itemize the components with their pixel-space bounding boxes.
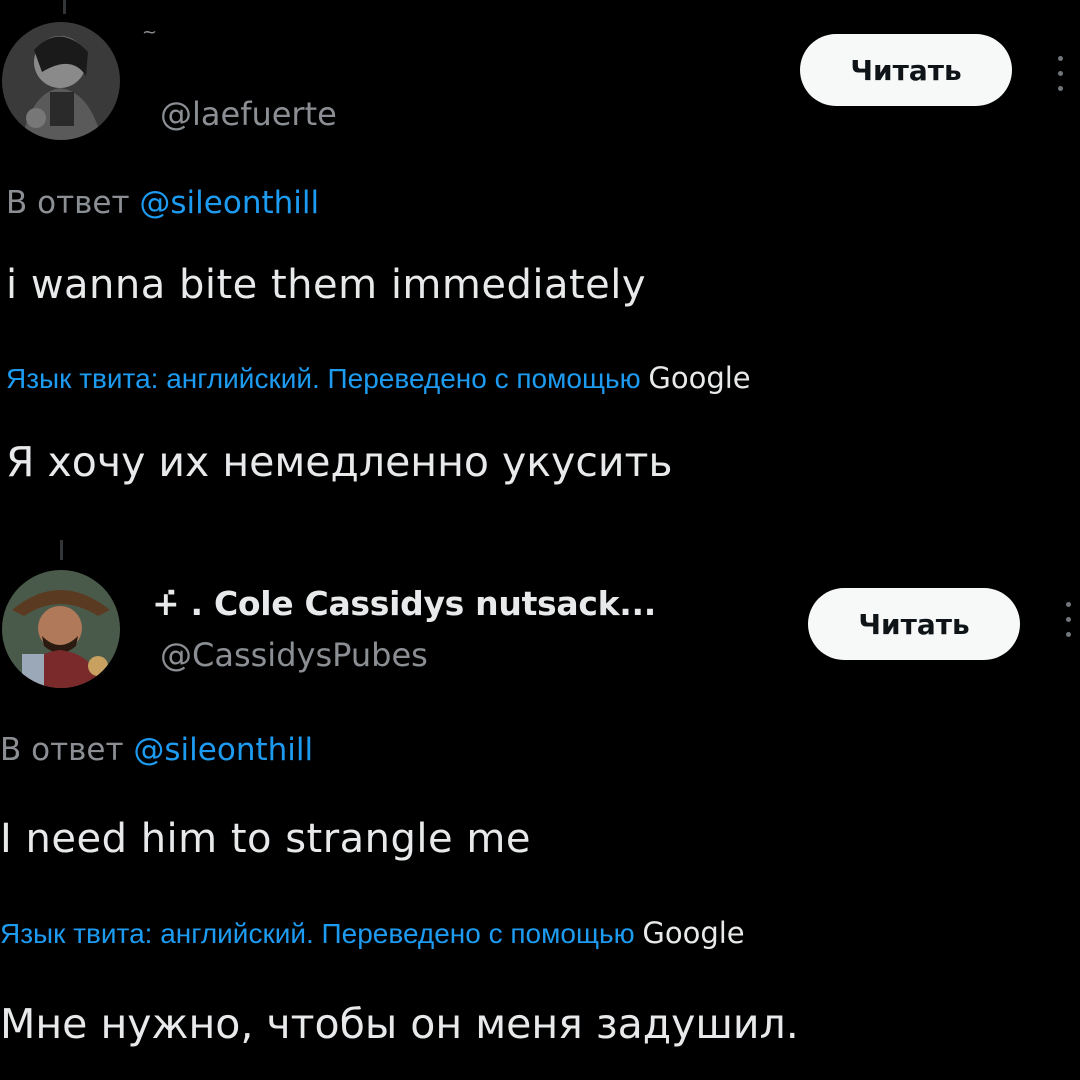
follow-button[interactable]: Читать	[800, 34, 1012, 106]
reply-mention-link[interactable]: @sileonthill	[139, 185, 319, 221]
follow-button[interactable]: Читать	[808, 588, 1020, 660]
tweet-2[interactable]: +̇ . Cole Cassidys nutsack... @CassidysP…	[0, 540, 1080, 1080]
avatar[interactable]	[2, 22, 120, 140]
reply-prefix: В ответ	[6, 185, 130, 221]
translation-note: Язык твита: английский. Переведено с пом…	[6, 361, 751, 395]
user-handle[interactable]: @CassidysPubes	[160, 636, 428, 674]
translated-text: Я хочу их немедленно укусить	[6, 438, 673, 486]
google-brand-link[interactable]: Google	[642, 916, 744, 950]
reply-mention-link[interactable]: @sileonthill	[133, 732, 313, 768]
reply-prefix: В ответ	[0, 732, 124, 768]
google-brand-link[interactable]: Google	[648, 361, 750, 395]
reply-context: В ответ @sileonthill	[6, 185, 319, 221]
translation-note-label: Язык твита: английский. Переведено с пом…	[0, 918, 635, 949]
tweet-1[interactable]: ~ @laefuerte Читать В ответ @sileonthill…	[0, 0, 1080, 540]
thread-line	[63, 0, 66, 14]
name-glyph: ~	[142, 22, 158, 43]
translation-note-label: Язык твита: английский. Переведено с пом…	[6, 363, 641, 394]
display-name[interactable]: +̇ . Cole Cassidys nutsack...	[152, 584, 656, 623]
tweet-text: i wanna bite them immediately	[6, 262, 647, 308]
translated-text: Мне нужно, чтобы он меня задушил.	[0, 1000, 799, 1048]
translation-note: Язык твита: английский. Переведено с пом…	[0, 916, 745, 950]
avatar[interactable]	[2, 570, 120, 688]
more-vertical-icon[interactable]	[1064, 602, 1072, 637]
user-handle[interactable]: @laefuerte	[160, 95, 337, 133]
reply-context: В ответ @sileonthill	[0, 732, 313, 768]
thread-line	[60, 540, 63, 560]
more-vertical-icon[interactable]	[1056, 56, 1064, 91]
tweet-text: I need him to strangle me	[0, 816, 531, 862]
